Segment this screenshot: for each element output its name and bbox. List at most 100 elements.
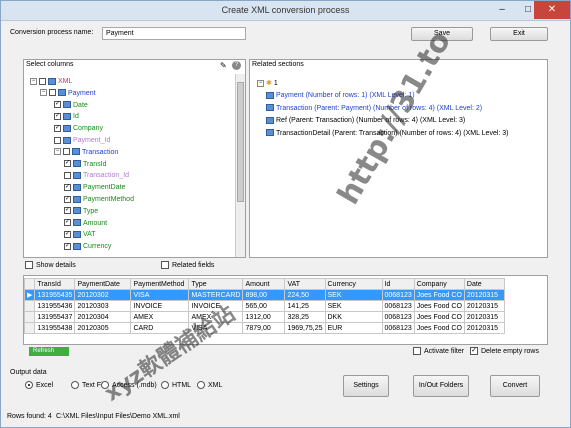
delete-empty-rows-checkbox[interactable]: ✓ Delete empty rows xyxy=(470,347,539,355)
tree-node[interactable]: ✓ Id xyxy=(54,111,79,122)
tree-node[interactable]: ✓ Date xyxy=(54,100,88,111)
collapse-icon[interactable]: − xyxy=(257,79,264,87)
radio-button[interactable] xyxy=(71,381,79,389)
output-option[interactable]: Excel xyxy=(25,381,53,389)
table-cell[interactable]: VISA xyxy=(188,322,244,334)
table-cell[interactable]: 328,25 xyxy=(284,311,326,323)
table-cell[interactable]: SEK xyxy=(324,289,383,301)
radio-button[interactable] xyxy=(101,381,109,389)
table-cell[interactable]: 1969,75,25 xyxy=(284,322,326,334)
column-header[interactable]: Id xyxy=(381,278,415,290)
table-cell[interactable]: 20120315 xyxy=(463,300,505,312)
tree-node[interactable]: ✓ VAT xyxy=(64,229,96,240)
radio-button[interactable] xyxy=(161,381,169,389)
refresh-button[interactable]: Refresh xyxy=(29,347,69,356)
data-grid[interactable]: TransId PaymentDate PaymentMethod Type Amoun… xyxy=(23,278,505,334)
tree-scrollbar[interactable] xyxy=(235,74,245,257)
tree-node[interactable]: ✓ Amount xyxy=(64,218,107,229)
save-button[interactable]: Save xyxy=(411,27,473,41)
related-section-item[interactable]: Payment (Number of rows: 1) (XML Level: … xyxy=(266,90,415,101)
table-cell[interactable]: INVOICE xyxy=(188,300,244,312)
column-header[interactable]: Company xyxy=(413,278,465,290)
column-header[interactable]: Amount xyxy=(242,278,286,290)
table-cell[interactable]: INVOICE xyxy=(130,300,190,312)
related-fields-checkbox[interactable]: Related fields xyxy=(161,261,214,269)
row-indicator[interactable] xyxy=(23,311,36,323)
activate-filter-box[interactable] xyxy=(413,347,421,355)
related-root[interactable]: − ✱ 1 xyxy=(257,78,278,89)
tree-node-checkbox[interactable]: ✓ xyxy=(64,242,71,250)
activate-filter-checkbox[interactable]: Activate filter xyxy=(413,347,464,355)
tree-node[interactable]: − Payment xyxy=(40,88,96,99)
output-option[interactable]: Access (.mdb) xyxy=(101,381,157,389)
related-section-item[interactable]: Ref (Parent: Transaction) (Number of row… xyxy=(266,115,465,126)
radio-button[interactable] xyxy=(197,381,205,389)
row-indicator[interactable] xyxy=(23,322,36,334)
output-option[interactable]: HTML xyxy=(161,381,191,389)
tree-node-checkbox[interactable]: ✓ xyxy=(64,219,71,227)
tree-node[interactable]: ✓ Currency xyxy=(64,241,111,252)
exit-button[interactable]: Exit xyxy=(490,27,548,41)
tree-node-checkbox[interactable]: ✓ xyxy=(54,101,61,109)
column-header[interactable]: TransId xyxy=(34,278,76,290)
table-cell[interactable]: 20120305 xyxy=(74,322,132,334)
tree-node[interactable]: ✓ PaymentDate xyxy=(64,182,125,193)
tree-node-checkbox[interactable] xyxy=(54,136,61,144)
collapse-icon[interactable]: − xyxy=(30,77,37,85)
table-cell[interactable]: DKK xyxy=(324,311,383,323)
collapse-icon[interactable]: − xyxy=(40,89,47,97)
table-cell[interactable]: 224,50 xyxy=(284,289,326,301)
column-header[interactable]: Date xyxy=(463,278,505,290)
tree-node-checkbox[interactable] xyxy=(49,89,56,97)
column-header[interactable]: Type xyxy=(188,278,244,290)
tree-node[interactable]: ✓ Type xyxy=(64,206,98,217)
related-fields-box[interactable] xyxy=(161,261,169,269)
table-cell[interactable]: MASTERCARD xyxy=(188,289,244,301)
tree-node[interactable]: ✓ TransId xyxy=(64,159,106,170)
tree-node[interactable]: Payment_Id xyxy=(54,135,110,146)
table-cell[interactable]: EUR xyxy=(324,322,383,334)
table-cell[interactable]: VISA xyxy=(130,289,190,301)
tree-node[interactable]: − Transaction xyxy=(54,147,118,158)
tree-node[interactable]: Transaction_Id xyxy=(64,170,129,181)
tree-node[interactable]: ✓ Company xyxy=(54,123,103,134)
table-cell[interactable]: SEK xyxy=(324,300,383,312)
tree-node-checkbox[interactable] xyxy=(64,172,71,180)
filter-icon[interactable]: ✎ xyxy=(220,61,227,70)
table-cell[interactable]: CARD xyxy=(130,322,190,334)
table-cell[interactable]: 7879,00 xyxy=(242,322,286,334)
table-cell[interactable]: 0068123 xyxy=(381,300,415,312)
table-row[interactable]: ▶ 131955435 20120302 VISA MASTERCARD 898,00 22… xyxy=(23,289,505,301)
tree-node-checkbox[interactable]: ✓ xyxy=(64,160,71,168)
column-header[interactable]: VAT xyxy=(284,278,326,290)
table-cell[interactable]: 131955435 xyxy=(34,289,76,301)
close-button[interactable]: ✕ xyxy=(534,1,570,19)
table-cell[interactable]: 0068123 xyxy=(381,311,415,323)
convert-button[interactable]: Convert xyxy=(490,375,540,397)
table-cell[interactable]: Joes Food CO xyxy=(413,311,465,323)
table-cell[interactable]: 131955438 xyxy=(34,322,76,334)
table-cell[interactable]: 20120315 xyxy=(463,289,505,301)
column-header[interactable] xyxy=(23,278,36,290)
tree-node[interactable]: ✓ PaymentMethod xyxy=(64,194,134,205)
column-header[interactable]: PaymentDate xyxy=(74,278,132,290)
table-cell[interactable]: 20120315 xyxy=(463,311,505,323)
table-cell[interactable]: Joes Food CO xyxy=(413,322,465,334)
table-cell[interactable]: 0068123 xyxy=(381,322,415,334)
table-cell[interactable]: 898,00 xyxy=(242,289,286,301)
settings-button[interactable]: Settings xyxy=(343,375,389,397)
radio-button[interactable] xyxy=(25,381,33,389)
table-cell[interactable]: 141,25 xyxy=(284,300,326,312)
delete-empty-rows-box[interactable]: ✓ xyxy=(470,347,478,355)
table-cell[interactable]: 20120304 xyxy=(74,311,132,323)
process-name-input[interactable]: Payment xyxy=(102,27,246,40)
tree-node-checkbox[interactable]: ✓ xyxy=(64,183,71,191)
table-cell[interactable]: AMEX xyxy=(188,311,244,323)
table-row[interactable]: 131955436 20120303 INVOICE INVOICE 565,00 141… xyxy=(23,300,505,312)
table-cell[interactable]: 131955436 xyxy=(34,300,76,312)
table-cell[interactable]: 131955437 xyxy=(34,311,76,323)
tree-node-checkbox[interactable]: ✓ xyxy=(64,207,71,215)
table-row[interactable]: 131955438 20120305 CARD VISA 7879,00 1969,75,… xyxy=(23,322,505,334)
table-cell[interactable]: AMEX xyxy=(130,311,190,323)
tree-node-checkbox[interactable]: ✓ xyxy=(64,231,71,239)
